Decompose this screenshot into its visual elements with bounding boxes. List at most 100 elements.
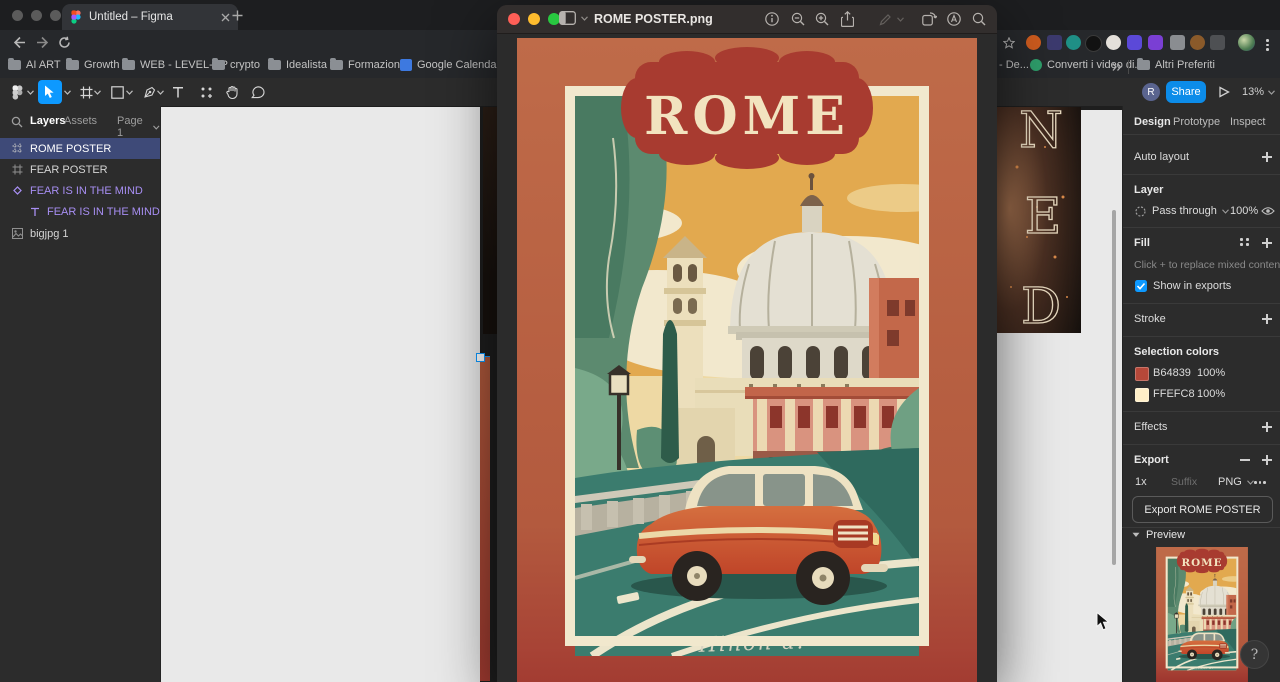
collaborator-avatar[interactable]: R [1142, 83, 1160, 101]
tab-prototype[interactable]: Prototype [1173, 116, 1220, 128]
selection-handle[interactable] [476, 353, 485, 362]
visibility-eye-icon[interactable] [1261, 206, 1275, 216]
extension-icon-1[interactable] [1026, 35, 1041, 50]
color-hex-2[interactable]: FFEFC8 [1153, 388, 1195, 400]
move-tool[interactable] [38, 80, 62, 104]
preview-close-button[interactable] [508, 13, 520, 25]
text-tool[interactable] [166, 80, 190, 104]
extension-icon-7[interactable] [1148, 35, 1163, 50]
bookmark-star-icon[interactable] [1003, 37, 1015, 49]
canvas-frame-white[interactable] [161, 107, 480, 682]
canvas-rome-frame-edge[interactable] [480, 357, 490, 681]
preview-section-header[interactable]: Preview [1132, 529, 1185, 541]
extension-icon-9[interactable] [1190, 35, 1205, 50]
layer-fear-text[interactable]: FEAR IS IN THE MIND [0, 201, 160, 222]
chevron-down-icon[interactable] [64, 90, 71, 95]
extension-icon-10[interactable] [1210, 35, 1225, 50]
layer-fear-component[interactable]: FEAR IS IN THE MIND [0, 180, 160, 201]
color-swatch-ffefc8[interactable] [1135, 388, 1149, 402]
export-format-select[interactable]: PNG [1218, 476, 1254, 488]
bookmark-de[interactable]: - De... [999, 59, 1029, 71]
fill-styles-icon[interactable] [1240, 238, 1250, 246]
bookmark-altri-preferiti[interactable]: Altri Preferiti [1137, 59, 1215, 71]
chevron-down-icon[interactable] [27, 90, 34, 95]
blend-mode-select[interactable]: Pass through [1152, 205, 1229, 217]
fill-add-icon[interactable] [1262, 238, 1272, 248]
color-opacity-1[interactable]: 100% [1197, 367, 1225, 379]
forward-icon[interactable] [36, 36, 50, 49]
browser-menu-icon[interactable] [1266, 39, 1269, 51]
show-in-exports-checkbox[interactable] [1135, 280, 1147, 292]
chevron-down-icon[interactable] [897, 17, 904, 22]
extension-icon-8[interactable] [1170, 35, 1185, 50]
export-add-icon[interactable] [1262, 455, 1272, 465]
new-tab-button[interactable] [232, 10, 243, 21]
stroke-add-icon[interactable] [1262, 314, 1272, 324]
browser-tab[interactable]: Untitled – Figma [62, 4, 238, 30]
extension-icon-4[interactable] [1085, 35, 1102, 52]
bookmark-crypto[interactable]: crypto [212, 59, 260, 71]
help-button[interactable]: ? [1240, 640, 1269, 669]
share-button[interactable]: Share [1166, 81, 1206, 103]
fear-poster-fragment[interactable] [997, 107, 1081, 333]
color-hex-1[interactable]: B64839 [1153, 367, 1191, 379]
back-icon[interactable] [12, 36, 26, 49]
page-selector[interactable]: Page 1 [117, 115, 160, 139]
bookmark-formazione[interactable]: Formazione [330, 59, 406, 71]
preview-titlebar[interactable]: ROME POSTER.png [497, 5, 997, 34]
zoom-menu[interactable]: 13% [1242, 86, 1275, 98]
export-remove-icon[interactable] [1240, 459, 1250, 461]
chevron-down-icon[interactable] [94, 90, 101, 95]
bookmarks-overflow-icon[interactable] [1112, 62, 1122, 72]
window-zoom-button[interactable] [50, 10, 61, 21]
tab-design[interactable]: Design [1134, 116, 1171, 128]
bookmark-idealista[interactable]: Idealista [268, 59, 327, 71]
extension-icon-3[interactable] [1066, 35, 1081, 50]
auto-layout-add-icon[interactable] [1262, 152, 1272, 162]
tab-layers[interactable]: Layers [30, 115, 65, 127]
canvas-scrollbar[interactable] [1112, 210, 1116, 565]
layer-fear-poster[interactable]: FEAR POSTER [0, 159, 160, 180]
export-scale-select[interactable]: 1x [1135, 476, 1147, 488]
chevron-down-icon[interactable] [126, 90, 133, 95]
preview-sidebar-toggle[interactable] [559, 11, 588, 25]
markup-icon[interactable] [947, 12, 961, 26]
preview-window[interactable]: ROME POSTER.png [497, 5, 997, 682]
share-icon[interactable] [841, 11, 854, 27]
profile-avatar[interactable] [1238, 34, 1255, 51]
color-swatch-b64839[interactable] [1135, 367, 1149, 381]
effects-add-icon[interactable] [1262, 422, 1272, 432]
rotate-icon[interactable] [922, 12, 937, 26]
window-minimize-button[interactable] [31, 10, 42, 21]
preview-minimize-button[interactable] [528, 13, 540, 25]
layer-bigjpg[interactable]: bigjpg 1 [0, 223, 160, 244]
color-opacity-2[interactable]: 100% [1197, 388, 1225, 400]
export-suffix-input[interactable]: Suffix [1171, 476, 1197, 488]
export-rome-poster-button[interactable]: Export ROME POSTER [1132, 496, 1273, 523]
figma-main-menu[interactable] [5, 80, 29, 104]
tab-close-icon[interactable] [221, 13, 230, 22]
zoom-in-icon[interactable] [815, 12, 829, 26]
window-close-button[interactable] [12, 10, 23, 21]
info-icon[interactable] [765, 12, 779, 26]
bookmark-converti[interactable]: Converti i video di... [1030, 59, 1144, 71]
reload-icon[interactable] [58, 36, 71, 49]
hand-tool[interactable] [220, 80, 244, 104]
tab-assets[interactable]: Assets [64, 115, 97, 127]
export-options-icon[interactable] [1254, 481, 1266, 484]
markup-pencil-icon[interactable] [879, 13, 892, 26]
present-icon[interactable] [1218, 86, 1230, 98]
extension-icon-5[interactable] [1106, 35, 1121, 50]
extension-icon-2[interactable] [1047, 35, 1062, 50]
comment-tool[interactable] [246, 80, 270, 104]
layer-rome-poster[interactable]: ROME POSTER [0, 138, 160, 159]
canvas-fear-fragment-left[interactable] [483, 107, 497, 334]
extension-icon-6[interactable] [1127, 35, 1142, 50]
layer-opacity-field[interactable]: 100% [1230, 205, 1258, 217]
blend-mode-icon[interactable] [1135, 206, 1146, 217]
bookmark-growth[interactable]: Growth [66, 59, 119, 71]
zoom-out-icon[interactable] [791, 12, 805, 26]
search-icon[interactable] [972, 12, 986, 26]
search-icon[interactable] [11, 116, 23, 128]
tab-inspect[interactable]: Inspect [1230, 116, 1265, 128]
